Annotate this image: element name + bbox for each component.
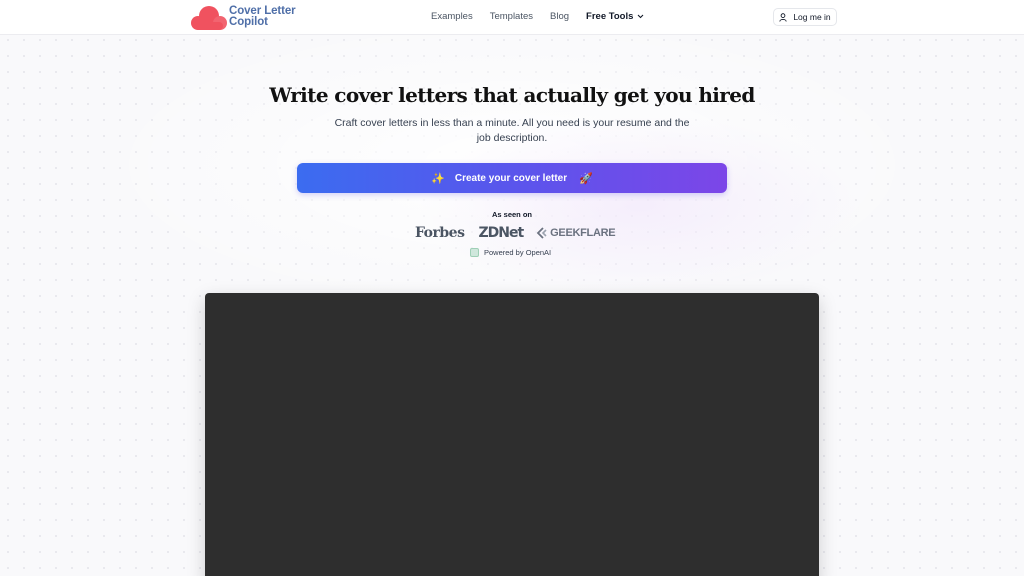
nav-free-tools-label: Free Tools bbox=[586, 11, 634, 22]
brand-name-line1: Cover Letter bbox=[229, 5, 296, 17]
powered-by-openai: Powered by OpenAI bbox=[470, 248, 551, 257]
user-icon bbox=[779, 12, 787, 22]
nav-templates[interactable]: Templates bbox=[490, 11, 533, 22]
create-cover-letter-button[interactable]: ✨ Create your cover letter 🚀 bbox=[297, 163, 727, 193]
nav-blog[interactable]: Blog bbox=[550, 11, 569, 22]
login-label: Log me in bbox=[793, 12, 831, 22]
chevron-down-icon bbox=[638, 14, 644, 19]
press-logos: Forbes ZDNet GEEKFLARE bbox=[415, 224, 616, 242]
zdnet-logo: ZDNet bbox=[478, 225, 524, 241]
hero-title: Write cover letters that actually get yo… bbox=[269, 83, 755, 107]
sparkles-icon: ✨ bbox=[431, 172, 445, 185]
login-button[interactable]: Log me in bbox=[773, 8, 837, 26]
hero-subtitle: Craft cover letters in less than a minut… bbox=[334, 117, 690, 144]
geekflare-logo: GEEKFLARE bbox=[536, 227, 616, 239]
powered-by-label: Powered by OpenAI bbox=[484, 248, 552, 257]
forbes-logo: Forbes bbox=[415, 225, 465, 241]
nav-free-tools[interactable]: Free Tools bbox=[586, 11, 644, 22]
main-nav: Examples Templates Blog Free Tools bbox=[431, 11, 661, 22]
brand-name-line2: Copilot bbox=[229, 15, 268, 28]
nav-examples[interactable]: Examples bbox=[431, 11, 473, 22]
site-header: Cover Letter Copilot Examples Templates … bbox=[0, 0, 1024, 35]
openai-icon bbox=[470, 248, 479, 257]
brand-name[interactable]: Cover Letter Copilot bbox=[229, 6, 299, 27]
demo-video[interactable] bbox=[205, 293, 819, 576]
geekflare-mark-icon bbox=[536, 227, 547, 239]
rocket-icon: 🚀 bbox=[579, 172, 593, 185]
geekflare-label: GEEKFLARE bbox=[550, 227, 616, 239]
cta-label: Create your cover letter bbox=[454, 172, 568, 184]
as-seen-on-heading: As seen on bbox=[491, 210, 532, 219]
